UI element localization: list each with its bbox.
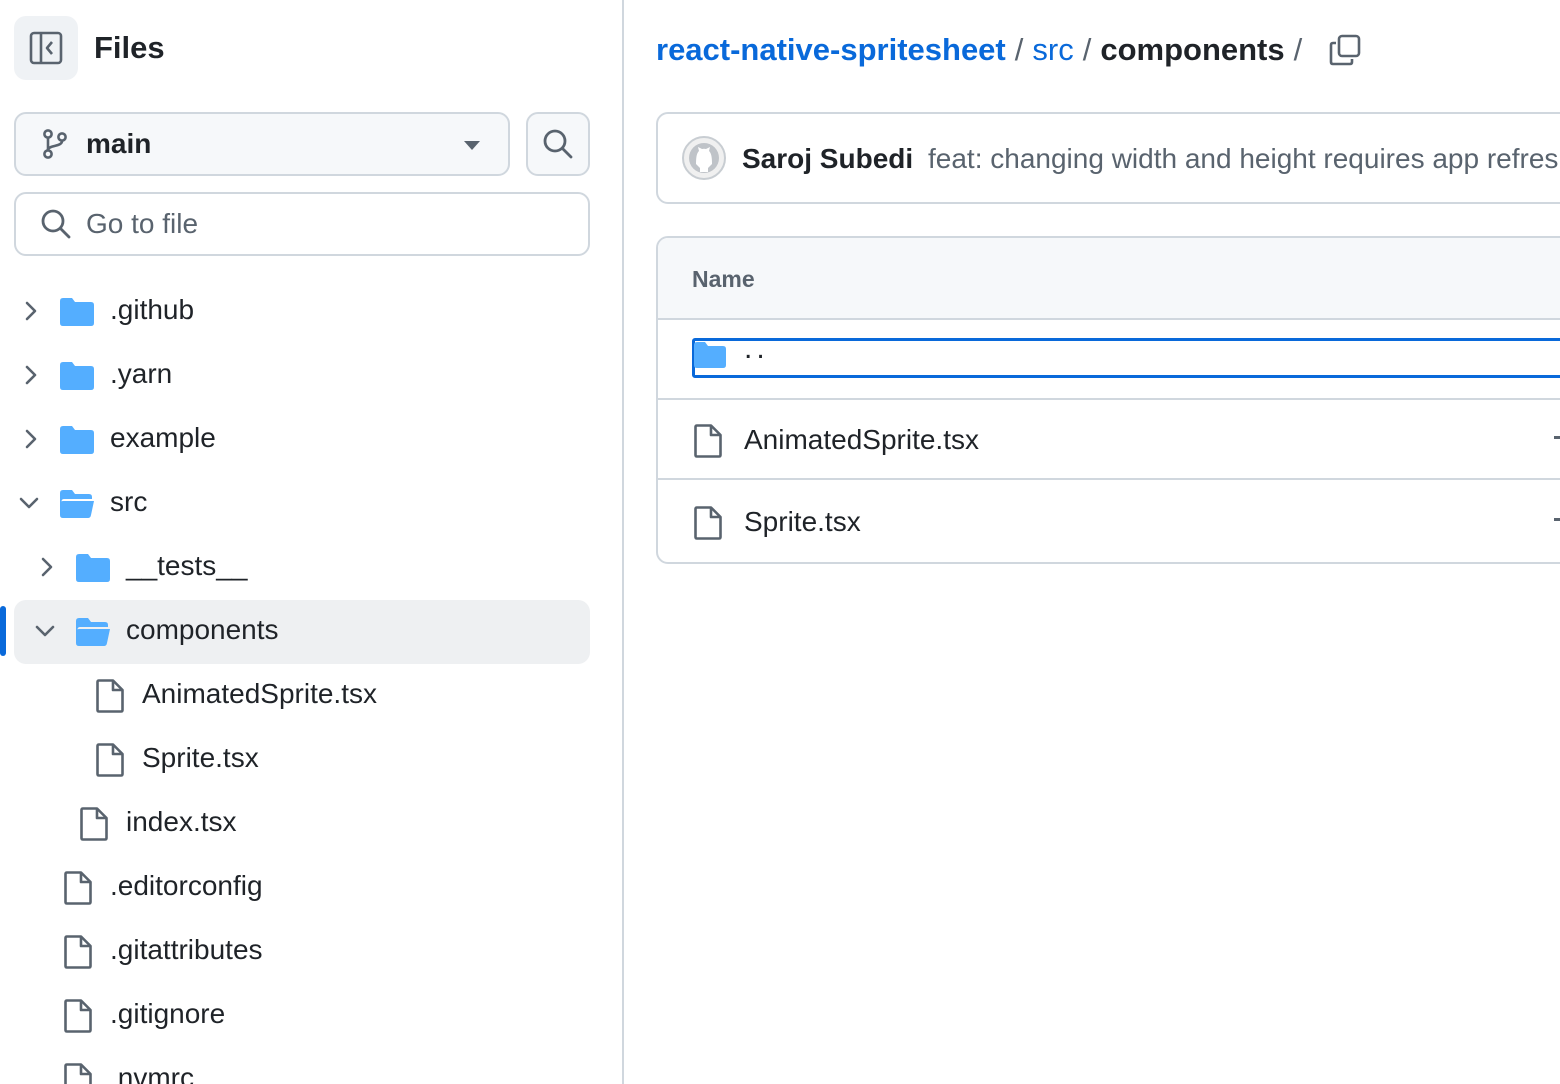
breadcrumb-separator: / xyxy=(1293,32,1303,67)
chevron-down-icon[interactable] xyxy=(18,494,40,512)
tree-item-folder[interactable]: .yarn xyxy=(14,344,590,408)
tree-item-label: .nvmrc xyxy=(110,1062,194,1084)
folder-icon xyxy=(76,554,110,582)
folder-icon xyxy=(60,298,94,326)
tree-item-label: index.tsx xyxy=(126,806,237,837)
breadcrumb-separator: / xyxy=(1014,32,1024,67)
breadcrumb-current: components xyxy=(1100,32,1285,67)
tree-item-label: .github xyxy=(110,294,195,325)
search-files-button[interactable] xyxy=(526,112,590,176)
last-commit-date xyxy=(1554,518,1560,521)
breadcrumb-repo-link[interactable]: react-native-spritesheet xyxy=(656,32,1006,68)
copy-icon xyxy=(1329,34,1361,66)
chevron-down-icon[interactable] xyxy=(34,622,56,640)
git-branch-icon xyxy=(40,128,70,160)
parent-directory-link[interactable]: .. xyxy=(744,332,769,366)
name-column-header: Name xyxy=(692,266,755,292)
breadcrumb-separator: / xyxy=(1082,32,1092,67)
tree-item-label: AnimatedSprite.tsx xyxy=(142,678,377,709)
chevron-right-icon[interactable] xyxy=(22,364,40,386)
file-icon xyxy=(96,679,124,713)
folder-icon xyxy=(60,426,94,454)
collapse-sidebar-button[interactable] xyxy=(14,16,78,80)
tree-item-label: Sprite.tsx xyxy=(142,742,259,773)
file-icon xyxy=(64,1063,92,1084)
folder-icon xyxy=(60,362,94,390)
selected-indicator xyxy=(0,606,6,656)
folder-open-icon xyxy=(76,618,110,646)
table-row[interactable]: AnimatedSprite.tsx xyxy=(658,400,1560,480)
tree-item-folder[interactable]: __tests__ xyxy=(14,536,590,600)
sidebar-title: Files xyxy=(94,30,165,65)
breadcrumb-src-link[interactable]: src xyxy=(1032,32,1073,68)
tree-item-file[interactable]: index.tsx xyxy=(14,792,590,856)
file-icon xyxy=(694,424,722,458)
go-to-file-input[interactable] xyxy=(86,208,566,240)
github-avatar-icon[interactable] xyxy=(682,136,726,180)
sidebar-collapse-icon xyxy=(29,31,63,65)
tree-item-folder[interactable]: .github xyxy=(14,280,590,344)
tree-item-label: components xyxy=(126,614,279,645)
tree-item-folder[interactable]: components xyxy=(14,600,590,664)
folder-open-icon xyxy=(60,490,94,518)
search-icon xyxy=(542,128,574,160)
folder-icon xyxy=(694,342,726,368)
tree-item-folder[interactable]: example xyxy=(14,408,590,472)
chevron-right-icon[interactable] xyxy=(22,428,40,450)
tree-item-file[interactable]: .editorconfig xyxy=(14,856,590,920)
last-commit-date xyxy=(1554,436,1560,439)
table-row-parent[interactable]: .. xyxy=(658,320,1560,400)
tree-item-label: .gitattributes xyxy=(110,934,263,965)
breadcrumb: react-native-spritesheet / src / compone… xyxy=(656,28,1361,72)
tree-item-label: .yarn xyxy=(110,358,173,389)
copy-path-button[interactable] xyxy=(1329,34,1361,66)
chevron-right-icon[interactable] xyxy=(22,300,40,322)
go-to-file-field xyxy=(14,192,590,256)
tree-item-label: src xyxy=(110,486,148,517)
branch-selector-button[interactable]: main xyxy=(14,112,510,176)
file-tree-sidebar: Files main Go to file .github .yarn exam… xyxy=(0,0,624,1084)
tree-item-label: __tests__ xyxy=(126,550,248,581)
table-header: Name xyxy=(658,238,1560,320)
files-table: Name .. AnimatedSprite.tsx Sprite.tsx xyxy=(656,236,1560,564)
tree-item-folder[interactable]: src xyxy=(14,472,590,536)
file-link[interactable]: AnimatedSprite.tsx xyxy=(744,424,979,456)
tree-item-file[interactable]: AnimatedSprite.tsx xyxy=(14,664,590,728)
sidebar-header: Files xyxy=(14,16,165,80)
tree-item-label: .editorconfig xyxy=(110,870,263,901)
commit-message[interactable]: feat: changing width and height requires… xyxy=(928,143,1560,175)
branch-name: main xyxy=(86,128,152,159)
file-icon xyxy=(80,807,108,841)
tree-item-file[interactable]: Sprite.tsx xyxy=(14,728,590,792)
chevron-right-icon[interactable] xyxy=(38,556,56,578)
file-icon xyxy=(694,506,722,540)
search-icon xyxy=(40,208,72,240)
file-icon xyxy=(96,743,124,777)
file-icon xyxy=(64,871,92,905)
chevron-down-icon xyxy=(464,141,480,150)
latest-commit-box: Saroj Subedi feat: changing width and he… xyxy=(656,112,1560,204)
file-icon xyxy=(64,999,92,1033)
tree-item-file[interactable]: .gitignore xyxy=(14,984,590,1048)
tree-item-file[interactable]: .gitattributes xyxy=(14,920,590,984)
commit-author[interactable]: Saroj Subedi xyxy=(742,143,913,175)
tree-item-file[interactable]: .nvmrc xyxy=(14,1048,590,1084)
file-link[interactable]: Sprite.tsx xyxy=(744,506,861,538)
file-icon xyxy=(64,935,92,969)
tree-item-label: example xyxy=(110,422,216,453)
table-row[interactable]: Sprite.tsx xyxy=(658,482,1560,562)
tree-item-label: .gitignore xyxy=(110,998,226,1029)
focus-ring xyxy=(692,338,1560,378)
